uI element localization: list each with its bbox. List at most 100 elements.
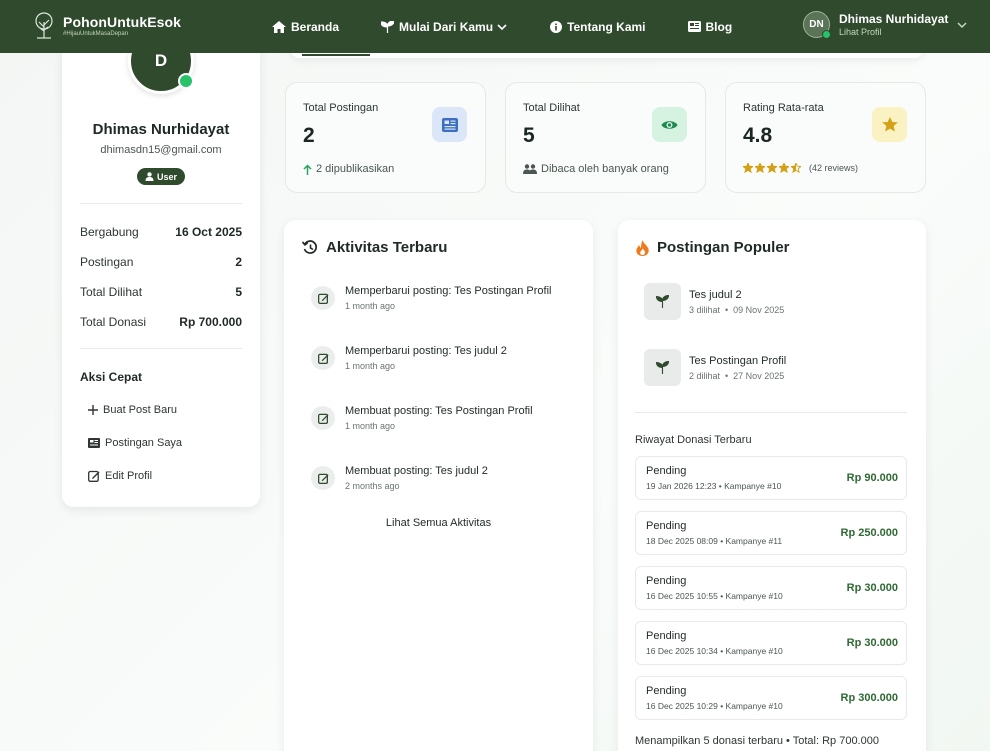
plus-icon — [88, 405, 98, 415]
arrow-up-icon — [303, 163, 312, 175]
donation-history-title: Riwayat Donasi Terbaru — [635, 434, 752, 446]
action-label: Buat Post Baru — [103, 404, 177, 416]
stat-sub-text: Dibaca oleh banyak orang — [541, 163, 669, 175]
donation-item[interactable]: Pending 16 Dec 2025 10:55 • Kampanye #10… — [635, 566, 907, 610]
donation-status: Pending — [646, 575, 687, 587]
donation-item[interactable]: Pending 16 Dec 2025 10:29 • Kampanye #10… — [635, 676, 907, 720]
panel-title: Postingan Populer — [636, 239, 790, 256]
navbar: PohonUntukEsok #HijauUntukMasaDepan Bera… — [0, 0, 990, 53]
donation-item[interactable]: Pending 18 Dec 2025 08:09 • Kampanye #11… — [635, 511, 907, 555]
nav-link-mulai[interactable]: Mulai Dari Kamu — [381, 20, 508, 34]
act-icon-box — [311, 286, 335, 310]
star-full-icon — [743, 163, 753, 173]
activity-time: 1 month ago — [345, 301, 396, 311]
nav-link-tentang[interactable]: Tentang Kami — [550, 20, 646, 34]
donation-amount: Rp 300.000 — [840, 692, 898, 704]
act-icon-box — [311, 406, 335, 430]
eye-icon — [661, 120, 678, 129]
profile-stat-donation: Total Donasi Rp 700.000 — [80, 315, 242, 329]
newspaper-icon — [687, 21, 701, 32]
donation-summary: Menampilkan 5 donasi terbaru • Total: Rp… — [635, 735, 879, 747]
activity-item[interactable]: Membuat posting: Tes judul 2 2 months ag… — [311, 465, 488, 491]
new-post-button[interactable]: Buat Post Baru — [88, 404, 177, 416]
view-profile-link[interactable]: Lihat Profil — [839, 27, 948, 37]
brand-name: PohonUntukEsok — [63, 13, 182, 30]
divider — [80, 348, 242, 349]
activity-title: Membuat posting: Tes Postingan Profil — [345, 405, 533, 417]
user-menu[interactable]: DN Dhimas Nurhidayat Lihat Profil — [803, 11, 968, 39]
star-full-icon — [755, 163, 765, 173]
avatar-initials: DN — [809, 19, 824, 30]
action-label: Postingan Saya — [105, 437, 183, 449]
activity-panel: Aktivitas Terbaru Memperbarui posting: T… — [284, 220, 593, 751]
nav-link-label: Blog — [705, 19, 733, 34]
user-name: Dhimas Nurhidayat — [839, 12, 949, 26]
post-title: Tes Postingan Profil — [689, 354, 787, 367]
newspaper-icon — [88, 438, 100, 448]
stat-sub: Dibaca oleh banyak orang — [523, 163, 669, 175]
nav-link-blog[interactable]: Blog — [687, 19, 733, 34]
stat-label: Postingan — [80, 255, 134, 269]
activity-item[interactable]: Memperbarui posting: Tes Postingan Profi… — [311, 285, 551, 311]
info-icon — [550, 20, 563, 33]
donation-amount: Rp 250.000 — [840, 527, 898, 539]
donation-item[interactable]: Pending 16 Dec 2025 10:34 • Kampanye #10… — [635, 621, 907, 665]
profile-stat-views: Total Dilihat 5 — [80, 285, 242, 299]
stat-value: Rp 700.000 — [179, 315, 242, 329]
activity-title: Memperbarui posting: Tes Postingan Profi… — [345, 285, 552, 297]
star-full-icon — [779, 163, 789, 173]
star-half-icon — [791, 163, 801, 173]
edit-icon — [317, 473, 329, 484]
stat-title: Total Postingan — [303, 102, 379, 114]
profile-name: Dhimas Nurhidayat — [92, 121, 230, 138]
stat-value: 2 — [303, 124, 315, 147]
role-label: User — [157, 171, 178, 182]
post-meta: 3 dilihat • 09 Nov 2025 — [689, 304, 785, 315]
seedling-icon — [656, 295, 669, 308]
edit-profile-button[interactable]: Edit Profil — [88, 470, 152, 482]
popular-post-item[interactable]: Tes Postingan Profil 2 dilihat • 27 Nov … — [644, 349, 786, 386]
chevron-down-icon[interactable] — [956, 20, 968, 30]
donation-status: Pending — [646, 520, 687, 532]
act-icon-box — [311, 466, 335, 490]
panel-title: Aktivitas Terbaru — [302, 239, 447, 256]
profile-initial: D — [154, 51, 168, 70]
donation-item[interactable]: Pending 19 Jan 2026 12:23 • Kampanye #10… — [635, 456, 907, 500]
stat-icon-box — [872, 107, 907, 142]
my-posts-button[interactable]: Postingan Saya — [88, 437, 182, 449]
stat-sub-text: 2 dipublikasikan — [316, 163, 395, 175]
nav-link-beranda[interactable]: Beranda — [272, 20, 339, 34]
view-all-activity-link[interactable]: Lihat Semua Aktivitas — [284, 517, 593, 529]
stat-value: 4.8 — [743, 124, 773, 147]
stat-icon-box — [432, 107, 467, 142]
donation-amount: Rp 30.000 — [846, 582, 898, 594]
popular-panel: Postingan Populer Tes judul 2 3 dilihat … — [618, 220, 926, 751]
stat-card-views: Total Dilihat 5 Dibaca oleh banyak orang — [505, 82, 706, 193]
stat-value: 5 — [523, 124, 535, 147]
users-icon — [523, 164, 537, 174]
donation-meta: 16 Dec 2025 10:34 • Kampanye #10 — [646, 646, 783, 656]
online-indicator — [178, 73, 194, 89]
seedling-icon — [656, 361, 669, 374]
edit-icon — [317, 353, 329, 364]
edit-icon — [317, 293, 329, 304]
stat-value: 5 — [235, 285, 242, 299]
seedling-icon — [381, 20, 395, 33]
donation-status: Pending — [646, 630, 687, 642]
profile-email: dhimasdn15@gmail.com — [100, 144, 222, 156]
donation-meta: 18 Dec 2025 08:09 • Kampanye #11 — [646, 536, 783, 546]
nav-link-label: Mulai Dari Kamu — [399, 19, 494, 34]
activity-item[interactable]: Memperbarui posting: Tes judul 2 1 month… — [311, 345, 507, 371]
edit-icon — [317, 413, 329, 424]
act-icon-box — [311, 346, 335, 370]
stat-label: Total Dilihat — [80, 285, 143, 299]
panel-title-text: Postingan Populer — [657, 239, 790, 256]
profile-stat-joined: Bergabung 16 Oct 2025 — [80, 225, 242, 239]
brand[interactable]: PohonUntukEsok #HijauUntukMasaDepan — [32, 10, 181, 40]
popular-post-item[interactable]: Tes judul 2 3 dilihat • 09 Nov 2025 — [644, 283, 784, 320]
edit-icon — [88, 470, 100, 482]
activity-item[interactable]: Membuat posting: Tes Postingan Profil 1 … — [311, 405, 533, 431]
profile-stat-posts: Postingan 2 — [80, 255, 242, 269]
stat-label: Bergabung — [80, 225, 139, 239]
stat-icon-box — [652, 107, 687, 142]
